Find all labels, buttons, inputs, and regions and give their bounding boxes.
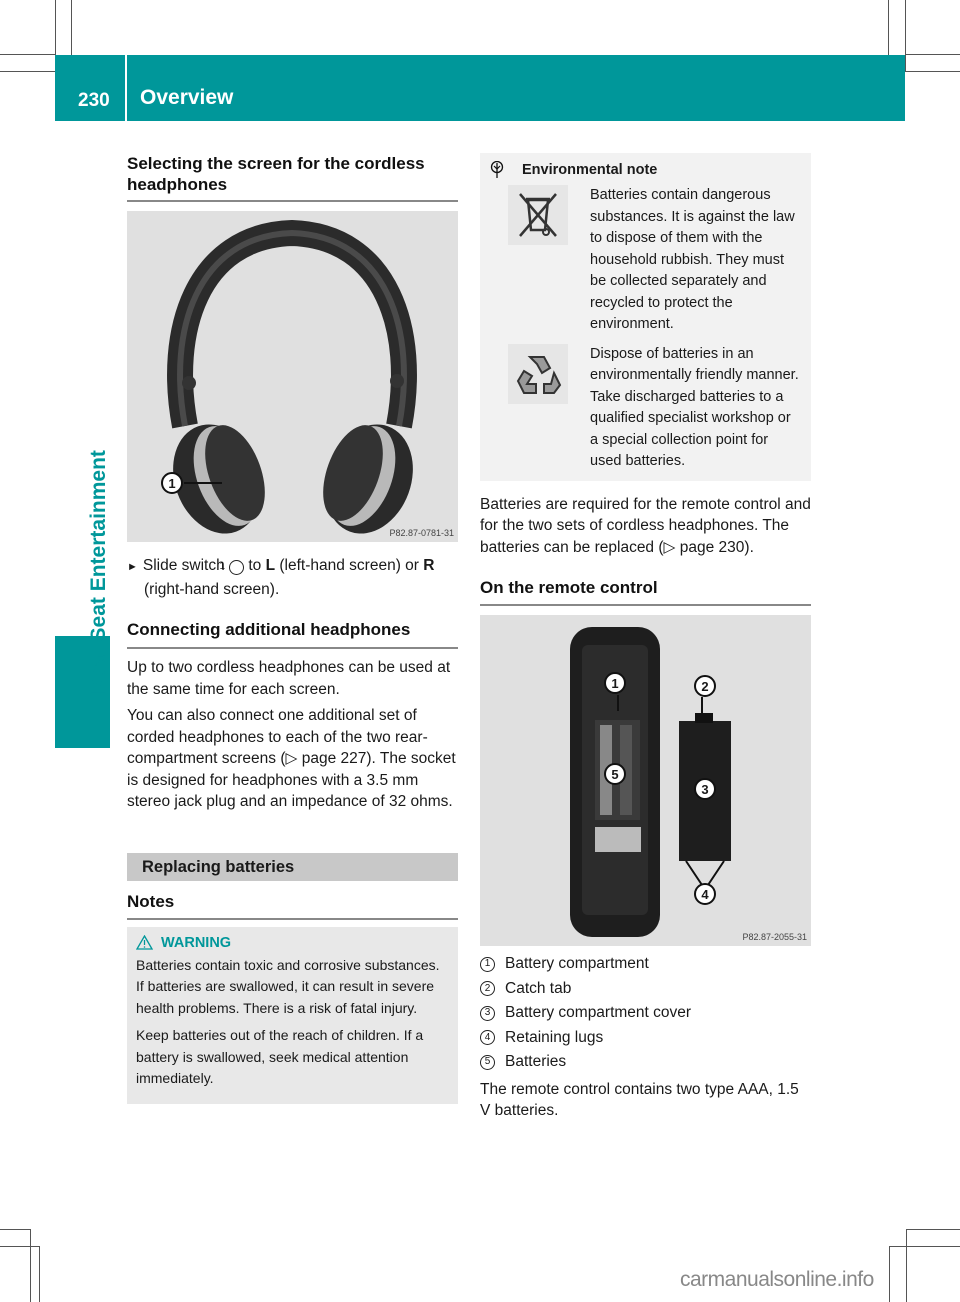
environmental-note-title: Environmental note — [522, 162, 658, 178]
crop-mark — [0, 1246, 39, 1247]
chapter-label: Rear Seat Entertainment — [87, 450, 110, 694]
page-title: Overview — [140, 86, 234, 109]
figure-callout-3: 3 — [694, 778, 716, 800]
remote-control-figure: 1 2 3 4 5 P82.87-2055-31 — [480, 615, 811, 946]
crop-mark — [0, 54, 55, 55]
paragraph: Batteries are required for the remote co… — [480, 495, 811, 556]
remote-control-illustration — [570, 627, 731, 937]
legend-item: 5 Batteries — [480, 1050, 811, 1075]
crossed-bin-icon — [508, 185, 568, 245]
crop-mark — [888, 0, 889, 55]
warning-triangle-icon — [136, 935, 153, 950]
environmental-note-box: Environmental note Batteries contain dan… — [480, 153, 811, 481]
section-rule — [127, 917, 458, 920]
figure-callout-5: 5 — [604, 763, 626, 785]
section-title-connecting: Connecting additional headphones — [127, 620, 411, 639]
legend-item: 2 Catch tab — [480, 977, 811, 1002]
legend-item: 1 Battery compartment — [480, 952, 811, 977]
crop-mark — [71, 0, 72, 55]
section-rule — [127, 200, 458, 202]
warning-box: WARNING Batteries contain toxic and corr… — [127, 926, 458, 1104]
page-reference-link[interactable]: ▷ page 227 — [286, 750, 367, 767]
crop-mark — [906, 1229, 907, 1302]
left-column: Selecting the screen for the cordless he… — [127, 153, 458, 1104]
crop-mark — [0, 1229, 30, 1230]
recycle-icon — [508, 343, 568, 404]
crop-mark — [0, 71, 55, 72]
environmental-note-text: Batteries contain dangerous substances. … — [590, 187, 795, 332]
legend-item: 3 Battery compartment cover — [480, 1001, 811, 1026]
page-number: 230 — [78, 90, 110, 111]
warning-text: Keep batteries out of the reach of child… — [136, 1027, 424, 1086]
section-title-notes: Notes — [127, 891, 175, 911]
crop-mark — [905, 0, 906, 72]
crop-mark — [889, 1246, 960, 1247]
environmental-note-text: Dispose of batteries in an environmental… — [590, 345, 799, 470]
section-bar-replacing-batteries: Replacing batteries — [127, 852, 458, 881]
section-rule — [127, 647, 458, 649]
warning-text: Batteries contain toxic and corrosive su… — [136, 956, 440, 1016]
page-reference-link[interactable]: ▷ page 230 — [664, 539, 745, 556]
crop-mark — [55, 0, 56, 55]
crop-mark — [39, 1246, 40, 1302]
legend-item: 4 Retaining lugs — [480, 1026, 811, 1051]
instruction-step: ► Slide switch 1 to L (left-hand screen) … — [127, 557, 435, 598]
figure-callout-4: 4 — [694, 883, 716, 905]
paragraph: Up to two cordless headphones can be use… — [127, 659, 451, 698]
bullet-arrow-icon: ► — [127, 561, 138, 573]
figure-callout-2: 2 — [694, 675, 716, 697]
figure-code: P82.87-2055-31 — [742, 932, 807, 942]
crop-mark — [889, 1246, 890, 1302]
crop-mark — [906, 1229, 960, 1230]
headphones-figure: 1 P82.87-0781-31 — [127, 211, 458, 542]
callout-1: 1 — [220, 559, 245, 575]
section-title-selecting-screen: Selecting the screen for the cordless he… — [127, 154, 425, 194]
right-column: Environmental note Batteries contain dan… — [480, 153, 811, 1122]
environment-tree-icon — [490, 161, 504, 178]
warning-title: WARNING — [161, 934, 232, 951]
section-rule — [480, 604, 811, 606]
legend-list: 1 Battery compartment 2 Catch tab 3 Battery… — [480, 952, 811, 1075]
watermark: carmanualsonline.info — [680, 1268, 874, 1291]
figure-code: P82.87-0781-31 — [389, 528, 454, 538]
section-title-remote-control: On the remote control — [480, 578, 658, 597]
crop-mark — [905, 71, 960, 72]
paragraph: You can also connect one additional set … — [127, 707, 456, 810]
figure-callout-1: 1 — [161, 472, 183, 494]
crop-mark — [30, 1229, 31, 1302]
crop-mark — [905, 54, 960, 55]
paragraph: The remote control contains two type AAA… — [480, 1080, 799, 1120]
figure-callout-1: 1 — [604, 672, 626, 694]
header-divider — [125, 55, 127, 121]
